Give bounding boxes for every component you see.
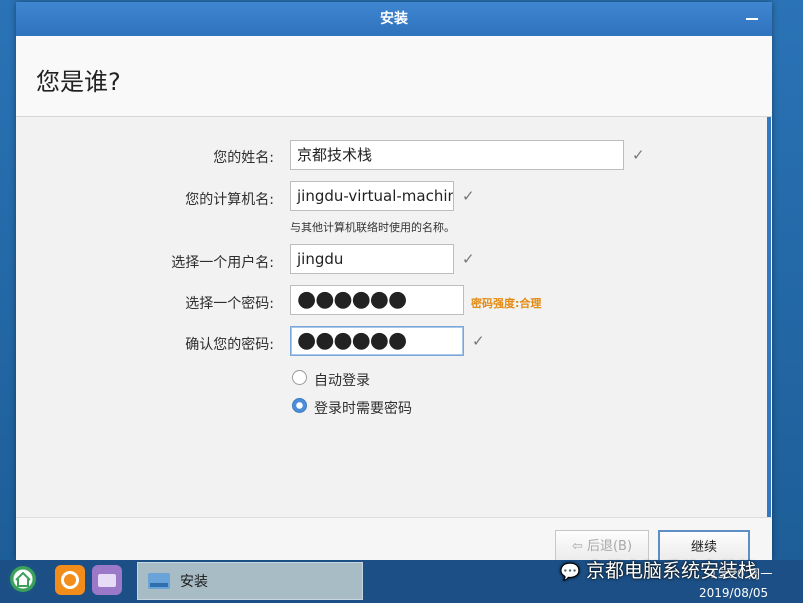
installer-icon	[146, 569, 172, 597]
back-arrow-icon: ⇦	[571, 539, 583, 554]
form-area: 您的姓名: 京都技术栈 ✓ 您的计算机名: jingdu-virtual-mac…	[16, 117, 768, 517]
computer-name-field[interactable]: jingdu-virtual-machine	[290, 181, 454, 211]
minimize-icon[interactable]	[746, 18, 758, 20]
computer-name-label: 您的计算机名:	[185, 192, 274, 208]
scrollbar[interactable]	[767, 117, 771, 517]
computer-name-check-icon: ✓	[462, 187, 475, 205]
confirm-password-label: 确认您的密码:	[185, 337, 274, 353]
file-manager-icon[interactable]	[92, 565, 122, 595]
require-password-radio[interactable]	[292, 398, 307, 413]
page-title: 您是谁?	[36, 68, 121, 96]
username-field[interactable]: jingdu	[290, 244, 454, 274]
firefox-icon[interactable]	[55, 565, 85, 595]
computer-name-hint: 与其他计算机联络时使用的名称。	[290, 221, 455, 234]
username-check-icon: ✓	[462, 250, 475, 268]
name-field[interactable]: 京都技术栈	[290, 140, 624, 170]
taskbar-item-label: 安装	[180, 574, 208, 590]
installer-window: 安装 您是谁? 您的姓名: 京都技术栈 ✓ 您的计算机名: jingdu-vir…	[16, 2, 772, 564]
username-label: 选择一个用户名:	[171, 255, 274, 271]
auto-login-radio[interactable]	[292, 370, 307, 385]
name-check-icon: ✓	[632, 146, 645, 164]
name-label: 您的姓名:	[213, 150, 274, 166]
watermark-text: 京都电脑系统安装栈	[585, 560, 757, 582]
confirm-password-check-icon: ✓	[472, 332, 485, 350]
wechat-icon: 💬	[560, 562, 580, 581]
require-password-label[interactable]: 登录时需要密码	[314, 398, 412, 418]
password-field[interactable]: ●●●●●●	[290, 285, 464, 315]
page-header: 您是谁?	[16, 36, 772, 117]
confirm-password-field[interactable]: ●●●●●●	[290, 326, 464, 356]
home-icon[interactable]	[8, 564, 38, 594]
password-strength: 密码强度:合理	[471, 297, 542, 310]
button-bar: ⇦ 后退(B) 继续	[16, 517, 772, 564]
password-label: 选择一个密码:	[185, 296, 274, 312]
taskbar-item-installer[interactable]: 安装	[137, 562, 363, 600]
window-title: 安装	[380, 11, 408, 27]
back-button-label: 后退(B)	[586, 539, 633, 554]
window-titlebar[interactable]: 安装	[16, 2, 772, 36]
auto-login-label[interactable]: 自动登录	[314, 370, 370, 390]
clock-date[interactable]: 2019/08/05	[699, 586, 768, 600]
watermark: 💬 京都电脑系统安装栈	[560, 556, 757, 583]
